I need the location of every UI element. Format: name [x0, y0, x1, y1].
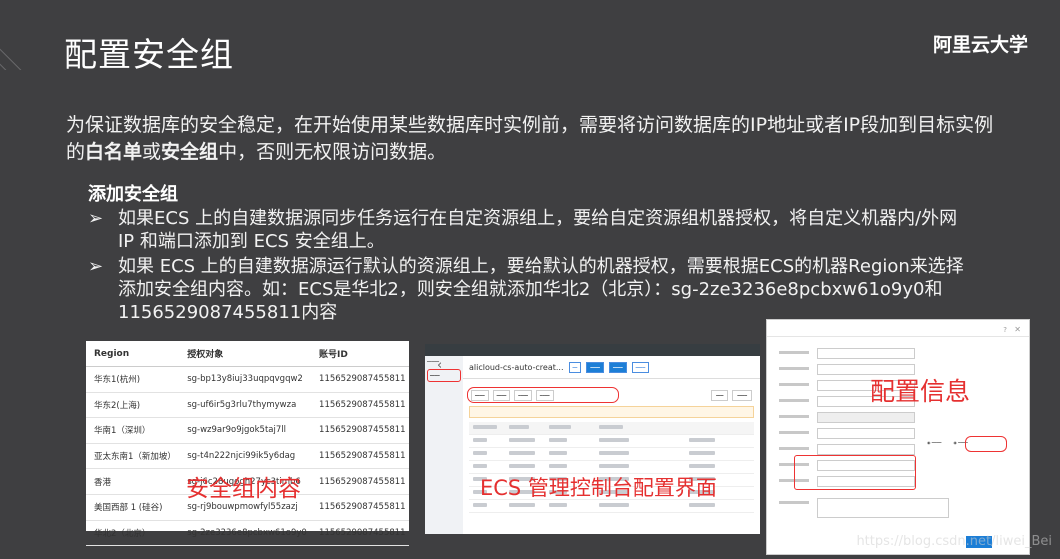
- form-field[interactable]: [773, 412, 1021, 423]
- direction-tabs: ━━━━ ━━━━ ━━━━ ━━━━: [471, 390, 554, 401]
- bullet-item: ➢ 如果ECS 上的自建数据源同步任务运行在自定资源组上，要给自定资源组机器授权…: [88, 208, 958, 252]
- header-button[interactable]: ━━: [568, 361, 582, 373]
- corner-decoration: [0, 0, 70, 70]
- column-header: 授权对象: [179, 341, 312, 367]
- column-header: Region: [86, 341, 180, 367]
- close-icon[interactable]: ✕: [1014, 322, 1021, 338]
- tab[interactable]: ━━━━: [514, 390, 532, 401]
- region-table-caption: 安全组内容: [186, 476, 301, 502]
- action-button[interactable]: ━━━: [711, 390, 729, 401]
- brand-logo: 阿里云大学: [932, 34, 1028, 56]
- config-dialog-caption: 配置信息: [870, 377, 971, 406]
- action-button[interactable]: ━━━━: [732, 390, 752, 401]
- question-icon[interactable]: ?: [1003, 322, 1007, 338]
- ecs-console-panel: ━━━━━ ━━━━ ‹ alicloud-cs-auto-creat... ━…: [425, 344, 760, 534]
- slide-title: 配置安全组: [64, 35, 234, 74]
- dialog-header: ? ✕: [767, 320, 1029, 337]
- chevron-left-icon[interactable]: ‹: [437, 358, 442, 373]
- highlight-outline: [965, 436, 1007, 452]
- tab[interactable]: ━━━━: [471, 390, 489, 401]
- arrow-bullet-icon: ➢: [88, 256, 104, 277]
- notice-bar: [469, 406, 754, 418]
- security-group-term: 安全组: [161, 141, 219, 163]
- sidebar-item-selected[interactable]: ━━━━: [427, 369, 461, 382]
- region-table: Region 授权对象 账号ID 华东1(杭州) sg-bp13y8iuj33uq…: [86, 341, 409, 547]
- tab[interactable]: ━━━━: [492, 390, 511, 401]
- table-row: 华南1（深圳） sg-wz9ar9o9jgok5taj7ll 11565290874…: [86, 417, 409, 444]
- column-header: 账号ID: [311, 341, 409, 367]
- watermark: https://blog.csdn.net/liwei_Bei: [856, 534, 1052, 549]
- whitelist-term: 白名单: [85, 141, 143, 163]
- instance-name: alicloud-cs-auto-creat...: [469, 362, 564, 372]
- bullet-item: ➢ 如果 ECS 上的自建数据源运行默认的资源组上，要给默认的机器授权，需要根据…: [88, 256, 964, 323]
- slide: 配置安全组 阿里云大学 为保证数据库的安全稳定，在开始使用某些数据库时实例前，需…: [0, 0, 1060, 559]
- console-actions: ━━━ ━━━━: [711, 390, 752, 401]
- table-row: [469, 448, 754, 461]
- table-row: 华北2（北京） sg-2ze3236e8pcbxw61o9y0 1156529087…: [86, 520, 409, 547]
- intro-paragraph: 为保证数据库的安全稳定，在开始使用某些数据库时实例前，需要将访问数据库的IP地址…: [66, 114, 994, 163]
- subheading: 添加安全组: [88, 184, 178, 205]
- table-row: 亚太东南1（新加坡） sg-t4n222njci99ik5y6dag 1156529…: [86, 443, 409, 470]
- table-row: [469, 435, 754, 448]
- console-top-bar: [425, 344, 760, 356]
- tab[interactable]: ━━━━: [535, 390, 554, 401]
- console-header: ‹ alicloud-cs-auto-creat... ━━ ━━━━ ━━━━…: [437, 356, 760, 379]
- arrow-bullet-icon: ➢: [88, 208, 104, 229]
- auth-type-radio[interactable]: ◉ ━━━━ ◉ ━━━━: [927, 440, 968, 445]
- highlight-outline: [794, 455, 916, 490]
- description-field[interactable]: [773, 498, 1021, 518]
- table-row: 华东2(上海) sg-uf6ir5g3rlu7thymywza 1156529087…: [86, 392, 409, 419]
- header-button-primary[interactable]: ━━━━: [586, 361, 604, 373]
- sidebar-item[interactable]: ━━━━━: [425, 356, 463, 367]
- form-field[interactable]: [773, 348, 1021, 359]
- table-row: 华东1(杭州) sg-bp13y8iuj33uqpqvgqw2 1156529087…: [86, 366, 409, 393]
- table-row: [469, 422, 754, 435]
- header-button[interactable]: ━━━━: [631, 361, 650, 373]
- config-dialog: ? ✕ ◉ ━━━━ ◉ ━━━━ 配置信息: [766, 319, 1030, 555]
- ecs-console-caption: ECS 管理控制台配置界面: [480, 476, 717, 500]
- console-sidebar: ━━━━━ ━━━━: [425, 356, 463, 534]
- header-button-primary[interactable]: ━━━━: [608, 361, 627, 373]
- bullet-list: ➢ 如果ECS 上的自建数据源同步任务运行在自定资源组上，要给自定资源组机器授权…: [88, 207, 968, 326]
